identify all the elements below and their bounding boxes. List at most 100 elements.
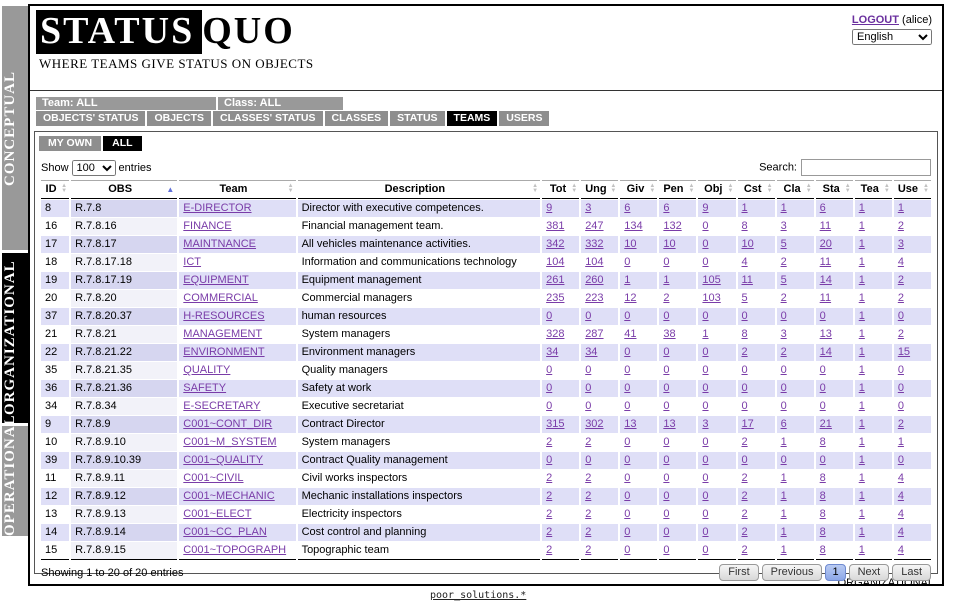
count-link[interactable]: 1	[742, 202, 748, 214]
count-link[interactable]: 13	[624, 418, 636, 430]
column-header-obs[interactable]: OBS▲	[71, 180, 177, 199]
count-link[interactable]: 15	[898, 346, 910, 358]
count-link[interactable]: 11	[820, 292, 831, 304]
column-header-cla[interactable]: Cla▲▼	[777, 180, 814, 199]
count-link[interactable]: 0	[624, 454, 630, 466]
count-link[interactable]: 1	[859, 328, 865, 340]
count-link[interactable]: 0	[898, 310, 904, 322]
count-link[interactable]: 2	[898, 274, 904, 286]
count-link[interactable]: 0	[702, 490, 708, 502]
count-link[interactable]: 1	[898, 436, 904, 448]
tab-objects[interactable]: OBJECTS	[147, 111, 211, 126]
team-link[interactable]: C001~M_SYSTEM	[183, 436, 276, 448]
count-link[interactable]: 8	[742, 220, 748, 232]
count-link[interactable]: 9	[702, 202, 708, 214]
page-button-previous[interactable]: Previous	[762, 564, 823, 581]
count-link[interactable]: 4	[898, 472, 904, 484]
sidebar-item-operational[interactable]: OPERATIONAL	[2, 426, 28, 536]
tab-teams[interactable]: TEAMS	[447, 111, 498, 126]
count-link[interactable]: 2	[546, 490, 552, 502]
count-link[interactable]: 0	[898, 382, 904, 394]
tab-classes-status[interactable]: CLASSES' STATUS	[213, 111, 322, 126]
count-link[interactable]: 8	[820, 526, 826, 538]
column-header-cst[interactable]: Cst▲▼	[738, 180, 775, 199]
count-link[interactable]: 0	[898, 400, 904, 412]
count-link[interactable]: 34	[546, 346, 558, 358]
count-link[interactable]: 0	[742, 400, 748, 412]
team-link[interactable]: MANAGEMENT	[183, 328, 262, 340]
count-link[interactable]: 2	[898, 328, 904, 340]
count-link[interactable]: 2	[585, 436, 591, 448]
count-link[interactable]: 1	[859, 364, 865, 376]
count-link[interactable]: 6	[663, 202, 669, 214]
tab-objects-status[interactable]: OBJECTS' STATUS	[36, 111, 145, 126]
logout-link[interactable]: LOGOUT	[852, 14, 899, 26]
count-link[interactable]: 0	[546, 454, 552, 466]
count-link[interactable]: 1	[859, 220, 865, 232]
count-link[interactable]: 315	[546, 418, 564, 430]
count-link[interactable]: 0	[781, 400, 787, 412]
count-link[interactable]: 0	[702, 526, 708, 538]
count-link[interactable]: 1	[859, 202, 865, 214]
count-link[interactable]: 10	[624, 238, 636, 250]
count-link[interactable]: 2	[585, 508, 591, 520]
count-link[interactable]: 223	[585, 292, 603, 304]
count-link[interactable]: 0	[585, 364, 591, 376]
count-link[interactable]: 0	[742, 454, 748, 466]
count-link[interactable]: 0	[663, 544, 669, 556]
count-link[interactable]: 34	[585, 346, 597, 358]
count-link[interactable]: 260	[585, 274, 603, 286]
count-link[interactable]: 21	[820, 418, 832, 430]
count-link[interactable]: 0	[702, 472, 708, 484]
count-link[interactable]: 0	[820, 310, 826, 322]
count-link[interactable]: 13	[820, 328, 832, 340]
count-link[interactable]: 0	[702, 256, 708, 268]
count-link[interactable]: 2	[546, 472, 552, 484]
count-link[interactable]: 2	[898, 292, 904, 304]
count-link[interactable]: 0	[702, 220, 708, 232]
count-link[interactable]: 1	[859, 544, 865, 556]
count-link[interactable]: 0	[663, 400, 669, 412]
count-link[interactable]: 1	[663, 274, 669, 286]
count-link[interactable]: 0	[820, 382, 826, 394]
count-link[interactable]: 247	[585, 220, 603, 232]
count-link[interactable]: 342	[546, 238, 564, 250]
count-link[interactable]: 8	[820, 472, 826, 484]
count-link[interactable]: 1	[859, 490, 865, 502]
count-link[interactable]: 1	[859, 292, 865, 304]
count-link[interactable]: 0	[702, 508, 708, 520]
count-link[interactable]: 1	[859, 418, 865, 430]
count-link[interactable]: 11	[820, 256, 831, 268]
count-link[interactable]: 134	[624, 220, 642, 232]
count-link[interactable]: 0	[702, 454, 708, 466]
count-link[interactable]: 6	[820, 202, 826, 214]
count-link[interactable]: 10	[742, 238, 754, 250]
team-link[interactable]: MAINTNANCE	[183, 238, 256, 250]
count-link[interactable]: 0	[781, 364, 787, 376]
count-link[interactable]: 381	[546, 220, 564, 232]
count-link[interactable]: 4	[898, 544, 904, 556]
column-header-giv[interactable]: Giv▲▼	[620, 180, 657, 199]
column-header-sta[interactable]: Sta▲▼	[816, 180, 853, 199]
count-link[interactable]: 38	[663, 328, 675, 340]
count-link[interactable]: 0	[585, 310, 591, 322]
count-link[interactable]: 5	[781, 274, 787, 286]
count-link[interactable]: 0	[624, 490, 630, 502]
count-link[interactable]: 2	[781, 256, 787, 268]
count-link[interactable]: 1	[781, 472, 787, 484]
count-link[interactable]: 2	[585, 526, 591, 538]
count-link[interactable]: 8	[742, 328, 748, 340]
count-link[interactable]: 2	[742, 544, 748, 556]
count-link[interactable]: 0	[624, 310, 630, 322]
count-link[interactable]: 11	[820, 220, 831, 232]
count-link[interactable]: 0	[624, 436, 630, 448]
count-link[interactable]: 9	[546, 202, 552, 214]
count-link[interactable]: 1	[859, 256, 865, 268]
column-header-id[interactable]: ID▲▼	[41, 180, 69, 199]
count-link[interactable]: 2	[663, 292, 669, 304]
count-link[interactable]: 12	[624, 292, 636, 304]
count-link[interactable]: 1	[859, 454, 865, 466]
team-link[interactable]: C001~MECHANIC	[183, 490, 274, 502]
page-size-select[interactable]: 100	[72, 160, 116, 176]
count-link[interactable]: 6	[781, 418, 787, 430]
